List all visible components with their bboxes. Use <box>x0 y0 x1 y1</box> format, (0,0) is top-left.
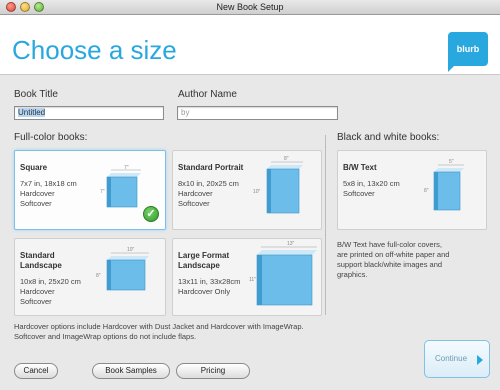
footer-note: Hardcover options include Hardcover with… <box>14 322 304 342</box>
book-portrait-icon: 8" 10" <box>253 156 303 214</box>
card-dimensions: 8x10 in, 20x25 cm <box>178 179 239 188</box>
header: Choose a size blurb <box>0 15 500 75</box>
card-dimensions: 5x8 in, 13x20 cm <box>343 179 400 188</box>
blurb-logo: blurb <box>448 32 488 72</box>
author-name-label: Author Name <box>178 89 237 100</box>
card-name: Square <box>20 163 48 172</box>
card-binding: Softcover <box>343 189 375 198</box>
book-landscape-icon: 10" 8" <box>96 247 149 291</box>
card-dimensions: 10x8 in, 25x20 cm <box>20 277 81 286</box>
footer-note-line: Softcover and ImageWrap options do not i… <box>14 332 197 341</box>
dim-top-label: 8" <box>284 156 289 162</box>
bw-note-line: B/W Text have full-color covers, <box>337 240 442 249</box>
pricing-button[interactable]: Pricing <box>176 363 250 379</box>
continue-label: Continue <box>435 354 468 363</box>
full-color-section-label: Full-color books: <box>14 132 88 143</box>
cancel-button[interactable]: Cancel <box>14 363 58 379</box>
bw-note: B/W Text have full-color covers, are pri… <box>337 240 449 280</box>
book-title-input[interactable]: Untitled <box>14 106 164 120</box>
dim-top-label: 13" <box>287 241 295 247</box>
card-dimensions: 13x11 in, 33x28cm <box>178 277 241 286</box>
card-binding: Hardcover Only <box>178 287 231 296</box>
card-name-line: Landscape <box>178 261 220 270</box>
card-binding: Softcover <box>20 297 52 306</box>
card-binding: Hardcover <box>20 189 55 198</box>
card-binding: Hardcover <box>20 287 55 296</box>
bw-note-line: support black/white images and <box>337 260 443 269</box>
dim-side-label: 10" <box>253 189 261 195</box>
dim-side-label: 7" <box>100 189 105 195</box>
dim-top-label: 10" <box>127 247 135 253</box>
book-title-label: Book Title <box>14 89 58 100</box>
footer-note-line: Hardcover options include Hardcover with… <box>14 322 304 331</box>
book-square-icon: 7" 7" <box>100 165 141 208</box>
dim-side-label: 8" <box>424 188 429 194</box>
continue-button[interactable]: Continue <box>424 340 490 378</box>
card-name-line: Landscape <box>20 261 62 270</box>
selected-check-icon: ✓ <box>143 206 159 222</box>
author-name-placeholder: by <box>181 108 190 117</box>
size-card-large-format-landscape[interactable]: Large Format Landscape 13x11 in, 33x28cm… <box>172 238 322 316</box>
dim-top-label: 7" <box>124 165 129 171</box>
book-large-landscape-icon: 13" 11" <box>249 241 317 306</box>
card-binding: Softcover <box>178 199 210 208</box>
card-dimensions: 7x7 in, 18x18 cm <box>20 179 77 188</box>
page-title: Choose a size <box>12 35 177 65</box>
title-bar: New Book Setup <box>0 0 500 15</box>
card-binding: Softcover <box>20 199 52 208</box>
book-samples-button[interactable]: Book Samples <box>92 363 170 379</box>
dim-side-label: 11" <box>249 277 256 283</box>
size-card-standard-landscape[interactable]: Standard Landscape 10x8 in, 25x20 cm Har… <box>14 238 166 316</box>
bw-note-line: graphics. <box>337 270 368 279</box>
card-binding: Hardcover <box>178 189 213 198</box>
arrow-right-icon <box>477 355 483 365</box>
card-name: Standard Portrait <box>178 163 244 172</box>
size-card-bw-text[interactable]: B/W Text 5x8 in, 13x20 cm Softcover 5" 8… <box>337 150 487 230</box>
author-name-input[interactable]: by <box>177 106 338 120</box>
bw-note-line: are printed on off-white paper and <box>337 250 450 259</box>
book-title-value: Untitled <box>18 108 46 117</box>
bw-section-label: Black and white books: <box>337 132 440 143</box>
size-card-square[interactable]: Square 7x7 in, 18x18 cm Hardcover Softco… <box>14 150 166 230</box>
size-card-standard-portrait[interactable]: Standard Portrait 8x10 in, 20x25 cm Hard… <box>172 150 322 230</box>
card-name: B/W Text <box>343 163 377 172</box>
card-name-line: Large Format <box>178 251 230 260</box>
section-divider <box>325 135 326 315</box>
window-title: New Book Setup <box>216 2 284 12</box>
dim-side-label: 8" <box>96 273 101 279</box>
book-bw-text-icon: 5" 8" <box>424 159 464 211</box>
card-name-line: Standard <box>20 251 55 260</box>
dim-top-label: 5" <box>449 159 454 165</box>
